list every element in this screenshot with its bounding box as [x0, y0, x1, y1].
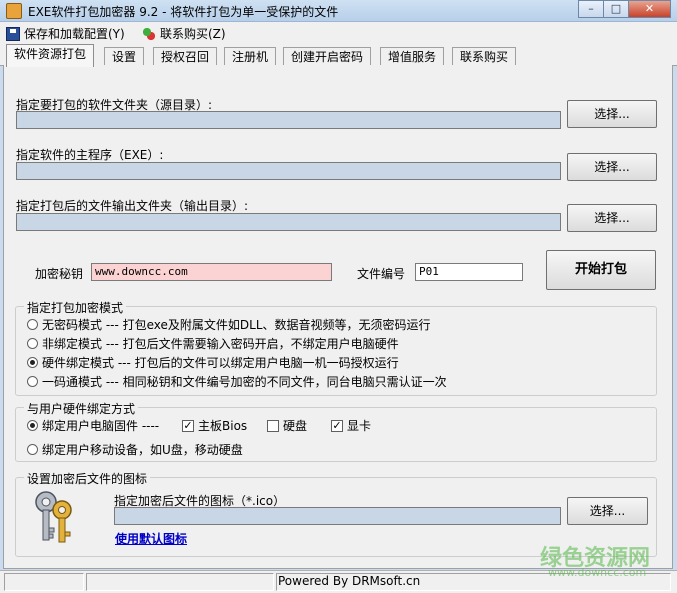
mode-one-code-radio[interactable]: 一码通模式 --- 相同秘钥和文件编号加密的不同文件，同台电脑只需认证一次 [27, 373, 447, 390]
file-icon-browse-button[interactable]: 选择... [567, 497, 648, 525]
checkbox-checked-icon: ✓ [182, 418, 194, 432]
app-icon [6, 3, 22, 19]
source-dir-input[interactable] [16, 111, 561, 129]
bios-checkbox-label: 主板Bios [198, 419, 248, 433]
output-dir-label: 指定打包后的文件输出文件夹（输出目录）: [16, 199, 249, 213]
menu-purchase[interactable]: 联系购买(Z) [142, 25, 226, 42]
powered-by-text: Powered By DRMsoft.cn [278, 574, 421, 588]
bind-firmware-label: 绑定用户电脑固件 ---- [42, 419, 160, 433]
tab-keygen[interactable]: 注册机 [224, 47, 277, 66]
mode-unbound-radio[interactable]: 非绑定模式 --- 打包后文件需要输入密码开启，不绑定用户电脑硬件 [27, 335, 399, 352]
file-icon-title: 设置加密后文件的图标 [24, 470, 151, 487]
gpu-checkbox[interactable]: ✓ 显卡 [331, 417, 371, 434]
save-icon [6, 26, 20, 41]
radio-circle [27, 444, 38, 455]
file-number-label: 文件编号 [357, 267, 406, 281]
mode-unbound-label: 非绑定模式 --- 打包后文件需要输入密码开启，不绑定用户电脑硬件 [42, 337, 399, 351]
mode-hardware-bind-radio[interactable]: 硬件绑定模式 --- 打包后的文件可以绑定用户电脑一机一码授权运行 [27, 354, 399, 371]
disk-checkbox[interactable]: 硬盘 [267, 417, 307, 434]
close-button[interactable]: ✕ [628, 0, 671, 18]
gpu-checkbox-label: 显卡 [347, 419, 372, 433]
radio-circle [27, 376, 38, 387]
watermark-url: www.downcc.com [548, 566, 647, 579]
menu-purchase-label: 联系购买(Z) [160, 27, 226, 41]
mode-hardware-bind-label: 硬件绑定模式 --- 打包后的文件可以绑定用户电脑一机一码授权运行 [42, 356, 399, 370]
status-segment [4, 573, 84, 591]
encrypt-mode-title: 指定打包加密模式 [24, 299, 127, 316]
disk-checkbox-label: 硬盘 [283, 419, 308, 433]
tab-contact-purchase[interactable]: 联系购买 [452, 47, 517, 66]
keys-icon [35, 491, 72, 543]
menu-save-config-label: 保存和加载配置(Y) [24, 27, 125, 41]
use-default-icon-link[interactable]: 使用默认图标 [115, 530, 187, 547]
start-pack-button[interactable]: 开始打包 [546, 250, 656, 290]
tab-resource-pack[interactable]: 软件资源打包 [6, 44, 95, 67]
output-dir-input[interactable] [16, 213, 561, 231]
bind-firmware-radio[interactable]: 绑定用户电脑固件 ---- [27, 417, 159, 434]
title-bar: EXE软件打包加密器 9.2 - 将软件打包为单一受保护的文件 – □ ✕ [0, 0, 677, 22]
status-segment [86, 573, 274, 591]
checkbox-unchecked-icon [267, 419, 279, 432]
main-exe-label: 指定软件的主程序（EXE）: [16, 148, 164, 162]
encrypt-key-input[interactable]: www.downcc.com [91, 263, 332, 281]
radio-circle-selected [27, 420, 38, 431]
radio-circle [27, 338, 38, 349]
minimize-button[interactable]: – [578, 0, 604, 18]
file-number-input[interactable]: P01 [415, 263, 523, 281]
window-controls: – □ ✕ [578, 0, 671, 18]
output-dir-browse-button[interactable]: 选择... [567, 204, 657, 232]
tab-strip: 软件资源打包 设置 授权召回 注册机 创建开启密码 增值服务 联系购买 [0, 44, 677, 67]
mode-no-password-radio[interactable]: 无密码模式 --- 打包exe及附属文件如DLL、数据音视频等，无须密码运行 [27, 316, 431, 333]
tab-value-added[interactable]: 增值服务 [380, 47, 445, 66]
main-exe-browse-button[interactable]: 选择... [567, 153, 657, 181]
radio-circle-selected [27, 357, 38, 368]
bios-checkbox[interactable]: ✓ 主板Bios [182, 417, 247, 434]
hardware-bind-title: 与用户硬件绑定方式 [24, 400, 139, 417]
checkbox-checked-icon: ✓ [331, 418, 343, 432]
maximize-button[interactable]: □ [603, 0, 629, 18]
tab-settings[interactable]: 设置 [104, 47, 145, 66]
main-exe-input[interactable] [16, 162, 561, 180]
mode-no-password-label: 无密码模式 --- 打包exe及附属文件如DLL、数据音视频等，无须密码运行 [42, 318, 431, 332]
source-dir-browse-button[interactable]: 选择... [567, 100, 657, 128]
bind-removable-label: 绑定用户移动设备，如U盘，移动硬盘 [42, 443, 243, 457]
menu-bar: 保存和加载配置(Y) 联系购买(Z) [0, 22, 677, 44]
encrypt-key-label: 加密秘钥 [35, 267, 84, 281]
radio-circle [27, 319, 38, 330]
window-title: EXE软件打包加密器 9.2 - 将软件打包为单一受保护的文件 [28, 5, 339, 19]
mode-one-code-label: 一码通模式 --- 相同秘钥和文件编号加密的不同文件，同台电脑只需认证一次 [42, 375, 447, 389]
tab-license-recall[interactable]: 授权召回 [153, 47, 218, 66]
cart-icon [142, 26, 156, 41]
file-icon-input[interactable] [114, 507, 561, 525]
bind-removable-radio[interactable]: 绑定用户移动设备，如U盘，移动硬盘 [27, 441, 243, 458]
tab-create-password[interactable]: 创建开启密码 [283, 47, 372, 66]
menu-save-config[interactable]: 保存和加载配置(Y) [6, 25, 125, 42]
